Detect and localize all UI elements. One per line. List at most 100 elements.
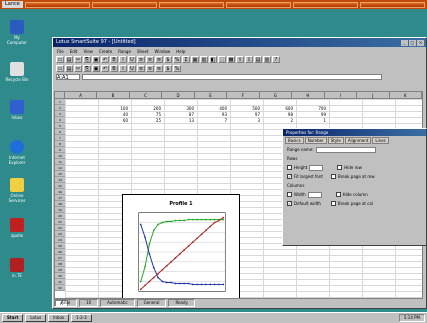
range-name-input[interactable]: [315, 146, 376, 153]
cell-value[interactable]: 3: [230, 118, 260, 123]
panel-tab[interactable]: Number: [304, 137, 327, 144]
toolbar-button-icon[interactable]: ⇩: [245, 56, 253, 63]
menu-item[interactable]: Edit: [70, 49, 78, 54]
toolbar-button-icon[interactable]: ⬚: [218, 56, 226, 63]
column-header[interactable]: G: [260, 92, 293, 98]
column-header[interactable]: J: [357, 92, 390, 98]
desktop-icon[interactable]: Internet Explorer: [4, 140, 30, 165]
toolbar-button-icon[interactable]: ↶: [101, 56, 109, 63]
desktop-icon[interactable]: Inbox: [4, 100, 30, 120]
menu-item[interactable]: Help: [176, 49, 185, 54]
top-bar-item[interactable]: [360, 1, 426, 8]
cell-value[interactable]: 7: [197, 118, 227, 123]
hide-row-checkbox[interactable]: [337, 165, 343, 170]
toolbar-button-icon[interactable]: ⎘: [83, 56, 91, 63]
toolbar-button-icon[interactable]: I: [119, 56, 127, 63]
task-button[interactable]: Inbox: [48, 314, 70, 322]
column-header[interactable]: K: [390, 92, 422, 98]
toolbar-button-icon[interactable]: ▤: [65, 56, 73, 63]
cell-value[interactable]: 75: [131, 112, 161, 117]
desktop-icon[interactable]: apollo: [4, 218, 30, 238]
maximize-icon[interactable]: □: [409, 39, 416, 46]
desktop-icon[interactable]: Recycle Bin: [4, 62, 30, 82]
cell-value[interactable]: 700: [296, 106, 326, 111]
status-item[interactable]: 10: [79, 299, 99, 307]
menu-item[interactable]: Create: [99, 49, 112, 54]
toolbar-button-icon[interactable]: $: [164, 56, 172, 63]
toolbar-button-icon[interactable]: U: [128, 56, 136, 63]
toolbar-button-icon[interactable]: ✂: [74, 56, 82, 63]
column-header[interactable]: B: [97, 92, 130, 98]
cell-value[interactable]: 93: [197, 112, 227, 117]
desktop-icon[interactable]: in.TE: [4, 258, 30, 278]
default-width-radio[interactable]: [287, 201, 292, 206]
cell-value[interactable]: 400: [197, 106, 227, 111]
start-button[interactable]: Start: [2, 314, 24, 322]
cell-value[interactable]: 2: [263, 118, 293, 123]
cell-value[interactable]: 99: [296, 112, 326, 117]
toolbar-button-icon[interactable]: ≡: [155, 65, 163, 72]
toolbar-button-icon[interactable]: ?: [272, 56, 280, 63]
toolbar-button-icon[interactable]: ▥: [200, 56, 208, 63]
top-bar-item[interactable]: [292, 1, 358, 8]
cell-value[interactable]: 87: [164, 112, 194, 117]
toolbar-button-icon[interactable]: B: [110, 56, 118, 63]
toolbar-button-icon[interactable]: ▣: [92, 56, 100, 63]
width-radio[interactable]: [287, 192, 292, 197]
break-page-row-checkbox[interactable]: [330, 174, 336, 179]
top-bar-item[interactable]: [24, 1, 90, 8]
cell-value[interactable]: 40: [98, 112, 128, 117]
break-page-col-checkbox[interactable]: [330, 201, 336, 206]
menu-item[interactable]: Window: [155, 49, 171, 54]
toolbar-button-icon[interactable]: ▤: [254, 56, 262, 63]
cell-value[interactable]: 60: [98, 118, 128, 123]
top-bar-item[interactable]: [225, 1, 291, 8]
desktop-icon[interactable]: My Computer: [4, 20, 30, 45]
menu-item[interactable]: Range: [118, 49, 131, 54]
top-bar-item[interactable]: [158, 1, 224, 8]
close-icon[interactable]: ×: [417, 39, 424, 46]
toolbar-button-icon[interactable]: ▩: [227, 56, 235, 63]
toolbar-button-icon[interactable]: %: [173, 56, 181, 63]
status-item[interactable]: Ready: [168, 299, 195, 307]
cell-value[interactable]: 300: [164, 106, 194, 111]
column-header[interactable]: I: [325, 92, 358, 98]
status-item[interactable]: Arial: [54, 299, 78, 307]
desktop-icon[interactable]: Online Services: [4, 178, 30, 203]
formula-input[interactable]: [82, 74, 382, 80]
toolbar-button-icon[interactable]: ⇧: [236, 56, 244, 63]
column-header[interactable]: D: [162, 92, 195, 98]
column-header[interactable]: H: [292, 92, 325, 98]
menu-item[interactable]: View: [83, 49, 93, 54]
cell-value[interactable]: 13: [164, 118, 194, 123]
toolbar-button-icon[interactable]: ≡: [146, 65, 154, 72]
toolbar-button-icon[interactable]: U: [128, 65, 136, 72]
line-chart[interactable]: Profile 1: [122, 194, 240, 299]
column-header[interactable]: E: [195, 92, 228, 98]
toolbar-button-icon[interactable]: ▭: [56, 56, 64, 63]
menu-item[interactable]: Sheet: [137, 49, 149, 54]
cell-value[interactable]: 200: [131, 106, 161, 111]
row-header[interactable]: 32: [55, 285, 65, 291]
toolbar-button-icon[interactable]: ✂: [74, 65, 82, 72]
toolbar-button-icon[interactable]: ⎘: [83, 65, 91, 72]
height-radio[interactable]: [287, 165, 292, 170]
toolbar-button-icon[interactable]: Σ: [182, 56, 190, 63]
toolbar-button-icon[interactable]: ≡: [146, 56, 154, 63]
toolbar-button-icon[interactable]: ▥: [263, 56, 271, 63]
toolbar-button-icon[interactable]: ▭: [56, 65, 64, 72]
toolbar-button-icon[interactable]: ≡: [137, 65, 145, 72]
column-header[interactable]: C: [130, 92, 163, 98]
window-titlebar[interactable]: Lotus SmartSuite 97 - [Untitled] _ □ ×: [53, 38, 426, 47]
cell-value[interactable]: 1: [296, 118, 326, 123]
toolbar-button-icon[interactable]: ≡: [155, 56, 163, 63]
cell-value[interactable]: 98: [263, 112, 293, 117]
toolbar-button-icon[interactable]: ◧: [209, 56, 217, 63]
height-input[interactable]: [309, 164, 324, 171]
cell-value[interactable]: 97: [230, 112, 260, 117]
toolbar-button-icon[interactable]: ▦: [191, 56, 199, 63]
cell-value[interactable]: 500: [230, 106, 260, 111]
fit-largest-radio[interactable]: [287, 174, 292, 179]
task-button[interactable]: Lotus: [25, 314, 47, 322]
cell-value[interactable]: 25: [131, 118, 161, 123]
